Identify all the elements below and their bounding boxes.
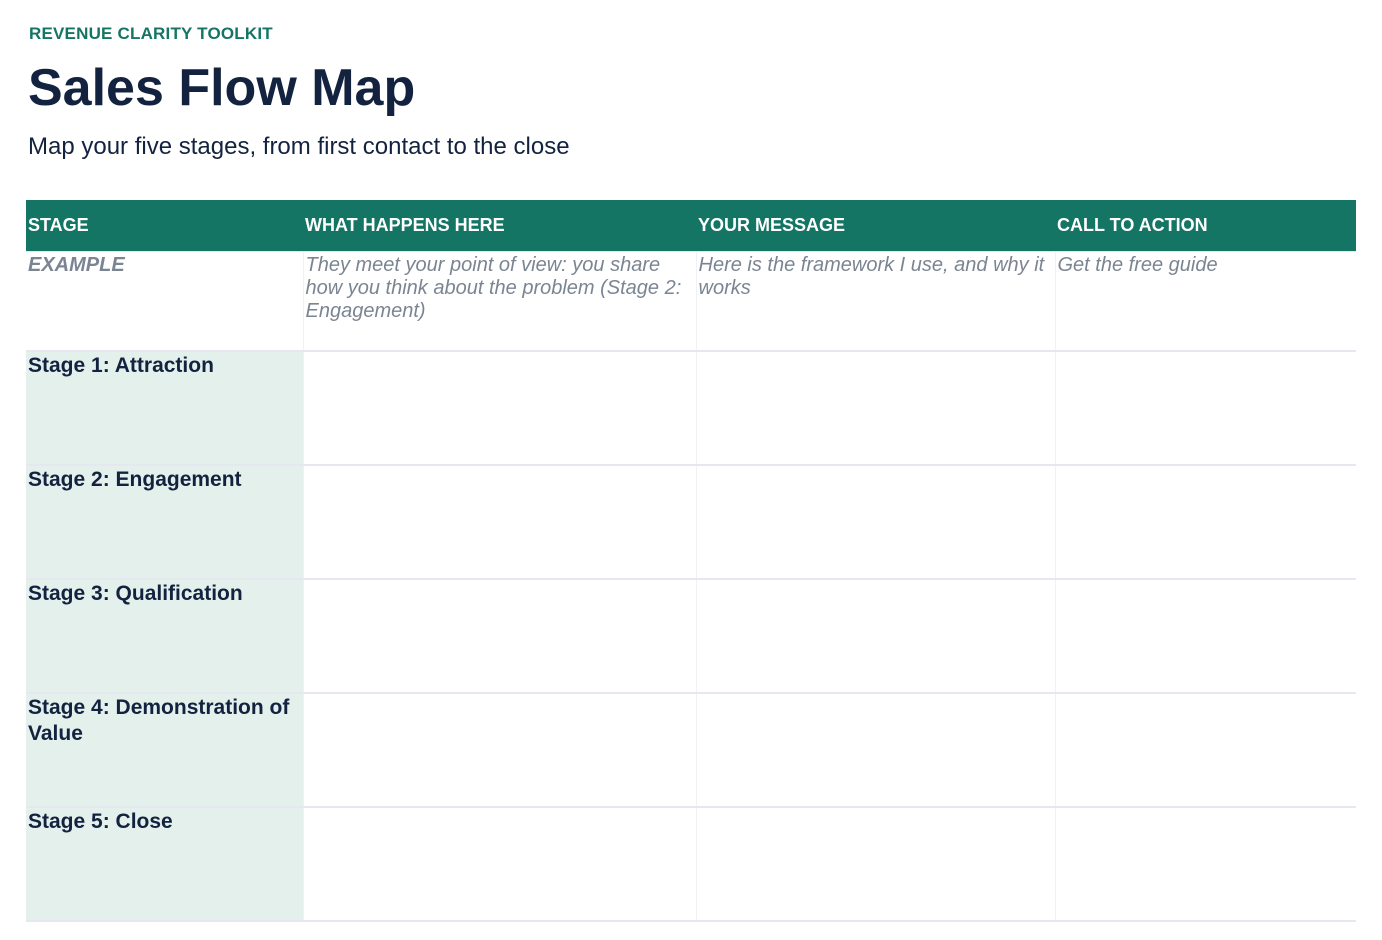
- example-cta: Get the free guide: [1054, 251, 1356, 352]
- example-message: Here is the framework I use, and why it …: [695, 251, 1055, 352]
- example-row: EXAMPLE They meet your point of view: yo…: [26, 251, 1356, 352]
- stage-message-cell[interactable]: [695, 807, 1055, 922]
- table-row: Stage 2: Engagement: [26, 465, 1356, 580]
- stage-label: Stage 5: Close: [26, 807, 303, 922]
- column-header-stage: STAGE: [26, 200, 303, 252]
- toolkit-eyebrow: REVENUE CLARITY TOOLKIT: [29, 24, 273, 43]
- stage-what-happens-cell[interactable]: [302, 693, 696, 808]
- stage-cta-cell[interactable]: [1054, 693, 1356, 808]
- stage-cta-cell[interactable]: [1054, 579, 1356, 694]
- stage-label: Stage 3: Qualification: [26, 579, 303, 694]
- stage-what-happens-cell[interactable]: [302, 579, 696, 694]
- table-header-row: STAGE WHAT HAPPENS HERE YOUR MESSAGE CAL…: [26, 200, 1356, 252]
- column-header-message: YOUR MESSAGE: [696, 200, 1055, 252]
- table-row: Stage 5: Close: [26, 807, 1356, 922]
- column-header-what-happens: WHAT HAPPENS HERE: [303, 200, 696, 252]
- sales-flow-table: STAGE WHAT HAPPENS HERE YOUR MESSAGE CAL…: [26, 200, 1356, 922]
- stage-label: Stage 2: Engagement: [26, 465, 303, 580]
- stage-label: Stage 1: Attraction: [26, 351, 303, 466]
- stage-what-happens-cell[interactable]: [302, 351, 696, 466]
- column-header-cta: CALL TO ACTION: [1055, 200, 1356, 252]
- stage-cta-cell[interactable]: [1054, 351, 1356, 466]
- example-label: EXAMPLE: [26, 251, 303, 352]
- example-what-happens: They meet your point of view: you share …: [302, 251, 696, 352]
- stage-what-happens-cell[interactable]: [302, 465, 696, 580]
- stage-message-cell[interactable]: [695, 351, 1055, 466]
- stage-cta-cell[interactable]: [1054, 465, 1356, 580]
- table-row: Stage 1: Attraction: [26, 351, 1356, 466]
- stage-message-cell[interactable]: [695, 579, 1055, 694]
- stage-what-happens-cell[interactable]: [302, 807, 696, 922]
- table-row: Stage 3: Qualification: [26, 579, 1356, 694]
- stage-message-cell[interactable]: [695, 693, 1055, 808]
- stage-message-cell[interactable]: [695, 465, 1055, 580]
- page-subtitle: Map your five stages, from first contact…: [28, 133, 570, 160]
- page-title: Sales Flow Map: [28, 59, 416, 117]
- stage-label: Stage 4: Demonstration of Value: [26, 693, 303, 808]
- table-row: Stage 4: Demonstration of Value: [26, 693, 1356, 808]
- stage-cta-cell[interactable]: [1054, 807, 1356, 922]
